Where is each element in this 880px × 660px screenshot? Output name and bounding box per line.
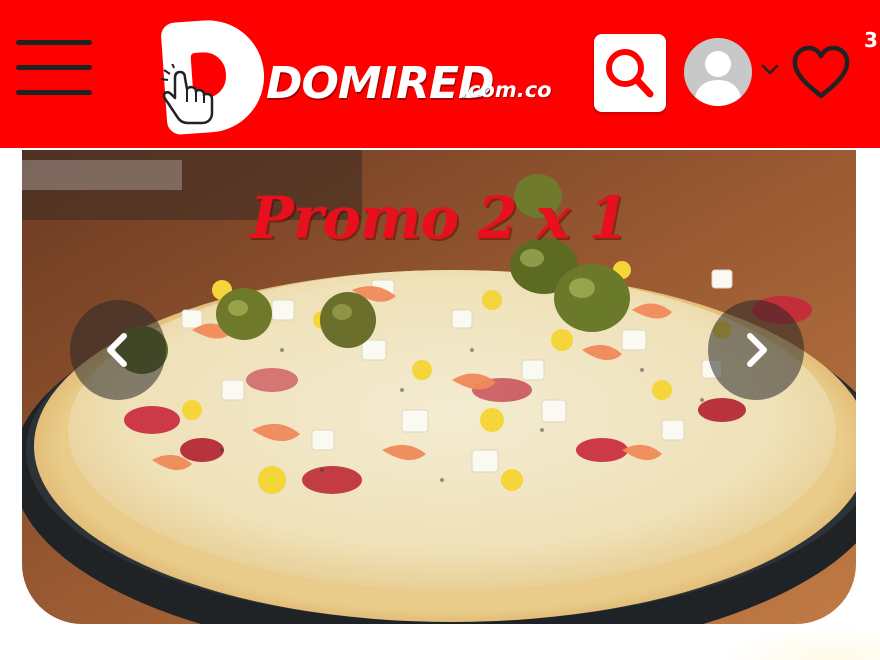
- bottom-decoration: [720, 626, 880, 660]
- search-button[interactable]: [594, 34, 666, 112]
- chevron-down-icon[interactable]: [760, 62, 780, 78]
- menu-icon-bar-top: [16, 40, 92, 45]
- carousel-next-button[interactable]: [708, 300, 804, 400]
- chevron-left-icon: [107, 333, 127, 367]
- user-avatar[interactable]: [684, 38, 752, 106]
- top-header: DOMIRED .com.co 3: [0, 0, 880, 148]
- cart-count-badge: 3: [864, 28, 878, 52]
- user-avatar-icon: [694, 51, 742, 106]
- promo-carousel[interactable]: Promo 2 x 1: [22, 150, 856, 624]
- menu-button[interactable]: [12, 34, 98, 102]
- brand-logo[interactable]: DOMIRED .com.co: [154, 16, 554, 136]
- search-icon: [606, 49, 654, 98]
- promo-title: Promo 2 x 1: [250, 184, 629, 252]
- chevron-right-icon: [747, 333, 767, 367]
- heart-icon[interactable]: [790, 44, 852, 100]
- brand-domain: .com.co: [460, 78, 552, 102]
- pointing-hand-icon: [160, 64, 214, 125]
- carousel-prev-button[interactable]: [70, 300, 166, 400]
- menu-icon-bar-bottom: [16, 90, 92, 95]
- menu-icon-bar-middle: [16, 65, 92, 70]
